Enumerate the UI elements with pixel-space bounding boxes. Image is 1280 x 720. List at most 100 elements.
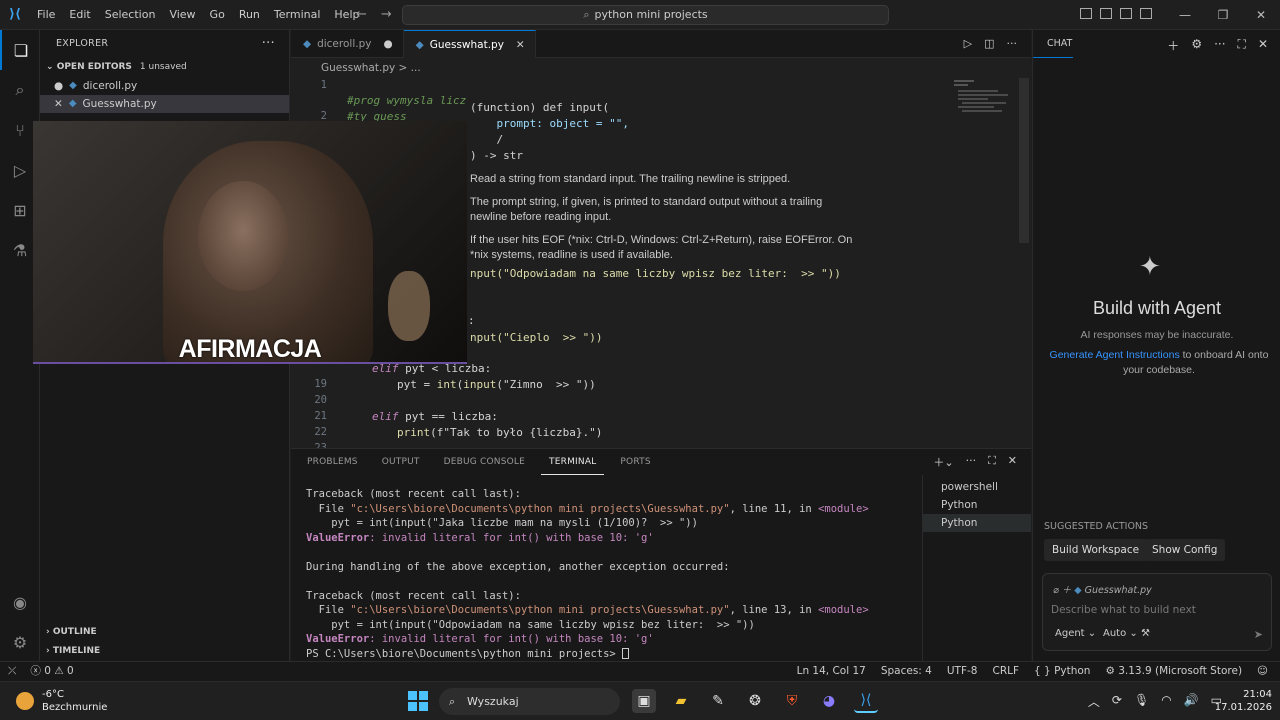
tab-output[interactable]: OUTPUT (374, 449, 428, 475)
minimap[interactable] (950, 78, 1020, 118)
menu-selection[interactable]: Selection (98, 8, 163, 21)
terminal-output[interactable]: Traceback (most recent call last): File … (306, 487, 926, 661)
close-tab-icon[interactable]: ✕ (516, 39, 525, 51)
maximize-panel-icon[interactable]: ⛶ (988, 454, 996, 470)
more-actions-icon[interactable]: ··· (1214, 37, 1225, 54)
timeline-section[interactable]: › TIMELINE (40, 642, 290, 661)
run-python-file-icon[interactable]: ▷ (964, 37, 972, 50)
close-editor-icon[interactable]: ✕ (54, 95, 63, 113)
more-actions-icon[interactable]: ··· (1007, 37, 1018, 50)
menu-file[interactable]: File (30, 8, 62, 21)
chat-header[interactable]: CHAT (1033, 30, 1073, 58)
mode-dropdown[interactable]: Agent ⌄ (1055, 628, 1096, 639)
line-endings[interactable]: CRLF (992, 662, 1019, 681)
command-center[interactable]: ⌕ python mini projects (402, 5, 889, 25)
minimize-icon[interactable]: — (1166, 0, 1204, 30)
tab-problems[interactable]: PROBLEMS (299, 449, 366, 475)
notepad-icon[interactable]: ✎ (706, 689, 730, 713)
terminal-item-powershell[interactable]: powershell (923, 478, 1031, 496)
new-terminal-icon[interactable]: ＋⌄ (933, 454, 953, 470)
maximize-icon[interactable]: ⛶ (1238, 37, 1246, 54)
terminal-line: pyt = int(input("Odpowiadam na same licz… (306, 618, 755, 631)
menu-edit[interactable]: Edit (62, 8, 97, 21)
terminal-item-python[interactable]: Python (923, 496, 1031, 514)
tab-ports[interactable]: PORTS (612, 449, 658, 475)
send-icon[interactable]: ➤ (1254, 628, 1263, 641)
term-frag: , line 13, in (729, 604, 819, 616)
start-tile (419, 702, 428, 711)
open-editor-guesswhat[interactable]: ✕ ◆ Guesswhat.py (40, 95, 289, 113)
model-label: Auto (1103, 628, 1127, 639)
split-editor-icon[interactable]: ◫ (984, 37, 994, 50)
chat-settings-icon[interactable]: ⚙ (1191, 37, 1202, 54)
discord-icon[interactable]: ◕ (817, 689, 841, 713)
task-view-icon[interactable]: ▣ (632, 689, 656, 713)
problems-indicator[interactable]: ⓧ 0 ⚠ 0 (30, 662, 73, 681)
indentation[interactable]: Spaces: 4 (881, 662, 932, 681)
weather-widget[interactable]: -6°C Bezchmurnie (16, 688, 107, 714)
tray-sync-icon[interactable]: ⟳ (1112, 693, 1122, 710)
remote-icon[interactable]: ⤫ (8, 662, 16, 681)
context-chip[interactable]: ⌀ ＋ ◆ Guesswhat.py (1053, 582, 1152, 596)
show-config-button[interactable]: Show Config (1144, 539, 1226, 561)
chat-input-placeholder[interactable]: Describe what to build next (1051, 604, 1196, 616)
taskbar-search[interactable]: ⌕ Wyszukaj (439, 688, 620, 715)
microphone-icon[interactable]: 🎙 (1134, 693, 1149, 710)
explorer-icon[interactable]: ❏ (0, 30, 40, 70)
editor-scrollbar[interactable] (1019, 78, 1029, 243)
menu-run[interactable]: Run (232, 8, 267, 21)
clock[interactable]: 21:04 17.01.2026 (1215, 688, 1272, 714)
menu-view[interactable]: View (162, 8, 202, 21)
tray-overflow-icon[interactable]: ︿ (1088, 693, 1100, 710)
wifi-icon[interactable]: ◠ (1161, 693, 1171, 710)
open-editor-diceroll[interactable]: ● ◆ diceroll.py (40, 77, 289, 95)
close-panel-icon[interactable]: ✕ (1008, 454, 1017, 470)
volume-icon[interactable]: 🔊 (1184, 693, 1199, 710)
brave-browser-icon[interactable]: ⛨ (780, 689, 804, 713)
generate-instructions-link[interactable]: Generate Agent Instructions (1050, 349, 1180, 361)
panel-actions: ＋⌄ ··· ⛶ ✕ (933, 454, 1017, 470)
toggle-sidebar-icon[interactable] (1100, 8, 1112, 19)
tools-icon[interactable]: ⚒ (1141, 628, 1150, 639)
nav-arrows[interactable]: ←→ (356, 7, 406, 22)
error-count: 0 (44, 665, 51, 677)
close-icon[interactable]: ✕ (1242, 0, 1280, 30)
vscode-taskbar-icon[interactable]: ⟩⟨ (854, 689, 878, 713)
back-arrow-icon[interactable]: ← (356, 7, 381, 22)
terminal-item-python-2[interactable]: Python (923, 514, 1031, 532)
more-actions-icon[interactable]: ··· (262, 30, 275, 58)
menu-go[interactable]: Go (203, 8, 232, 21)
chatgpt-icon[interactable]: ❂ (743, 689, 767, 713)
attach-icon[interactable]: ⌀ ＋ (1053, 585, 1071, 596)
toggle-secondary-sidebar-icon[interactable] (1140, 8, 1152, 19)
search-icon[interactable]: ⌕ (0, 70, 40, 110)
outline-section[interactable]: › OUTLINE (40, 623, 290, 642)
close-icon[interactable]: ✕ (1258, 37, 1268, 54)
more-actions-icon[interactable]: ··· (966, 454, 977, 470)
tab-diceroll[interactable]: ◆ diceroll.py ● (291, 30, 404, 58)
new-chat-icon[interactable]: ＋ (1167, 37, 1179, 54)
build-workspace-button[interactable]: Build Workspace (1044, 539, 1148, 561)
tab-terminal[interactable]: TERMINAL (541, 449, 605, 475)
toggle-panel-icon[interactable] (1120, 8, 1132, 19)
tab-guesswhat[interactable]: ◆ Guesswhat.py ✕ (403, 30, 536, 58)
account-icon[interactable]: ◉ (0, 582, 40, 622)
python-interpreter[interactable]: ⚙ 3.13.9 (Microsoft Store) (1105, 662, 1242, 681)
file-explorer-icon[interactable]: ▰ (669, 689, 693, 713)
code-line-16: : (468, 314, 475, 327)
menu-terminal[interactable]: Terminal (267, 8, 328, 21)
customize-layout-icon[interactable] (1080, 8, 1092, 19)
manage-gear-icon[interactable]: ⚙ (0, 622, 40, 662)
model-dropdown[interactable]: Auto ⌄ ⚒ (1103, 628, 1150, 639)
breadcrumb[interactable]: Guesswhat.py > ... (291, 58, 1031, 78)
tab-debug-console[interactable]: DEBUG CONSOLE (436, 449, 533, 475)
dirty-dot-icon[interactable]: ● (383, 38, 392, 50)
cursor-position[interactable]: Ln 14, Col 17 (797, 662, 866, 681)
chat-input-box[interactable]: ⌀ ＋ ◆ Guesswhat.py Describe what to buil… (1042, 573, 1272, 651)
maximize-icon[interactable]: ❐ (1204, 0, 1242, 30)
language-mode[interactable]: { } Python (1034, 662, 1090, 681)
notifications-icon[interactable]: ☺ (1257, 662, 1268, 681)
encoding[interactable]: UTF-8 (947, 662, 978, 681)
open-editors-section[interactable]: ⌄ OPEN EDITORS 1 unsaved (40, 58, 289, 77)
start-button[interactable] (408, 691, 428, 711)
